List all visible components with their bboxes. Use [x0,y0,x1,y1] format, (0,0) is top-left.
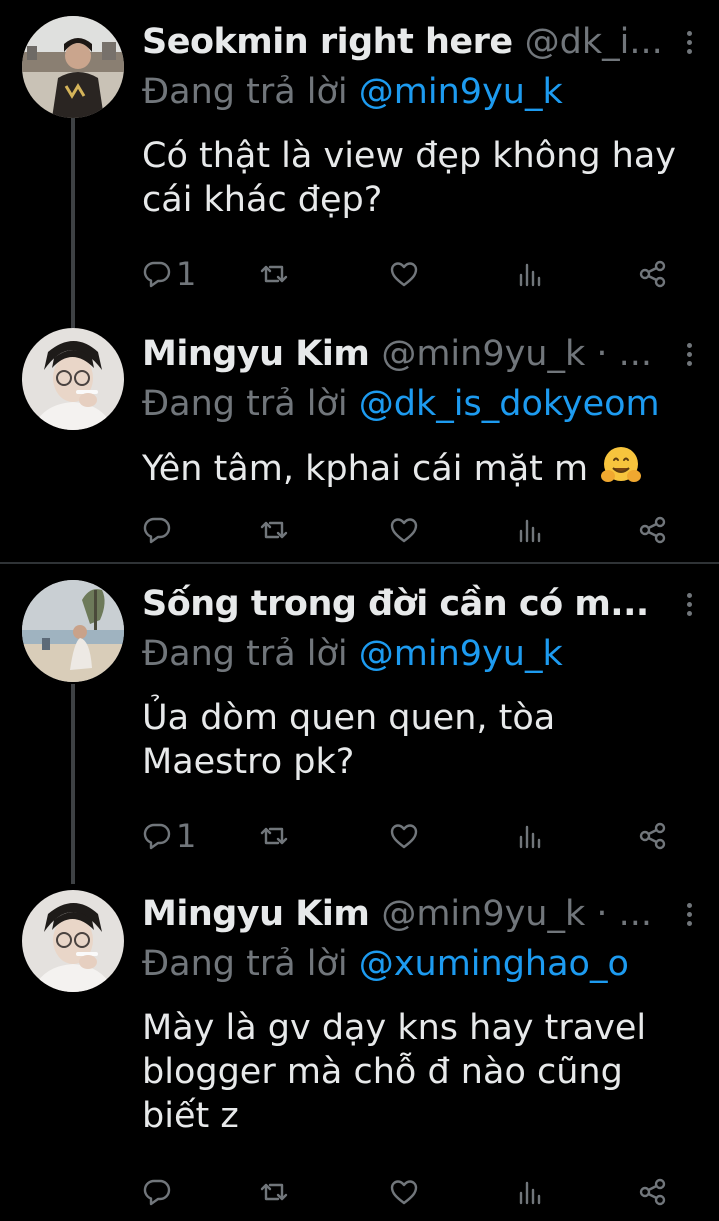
user-handle[interactable]: @dk_i... [525,22,663,62]
action-bar [142,1172,719,1212]
more-icon[interactable] [679,28,699,58]
retweet-button[interactable] [259,510,289,550]
like-icon [390,262,418,287]
like-button[interactable] [389,1172,419,1212]
tweet-header: Sống trong đời cần có m... [142,580,699,628]
reply-icon [143,823,171,850]
retweet-icon [260,827,288,845]
retweet-icon [260,521,288,539]
like-button[interactable] [389,254,419,294]
thread-line [71,118,75,328]
tweet[interactable]: Sống trong đời cần có m... Đang trả lời … [0,566,719,886]
divider [0,562,719,564]
display-name[interactable]: Seokmin right here [142,22,513,62]
like-button[interactable] [389,816,419,856]
like-button[interactable] [389,510,419,550]
reply-context: Đang trả lời @xuminghao_o [142,944,629,984]
tweet-text: Yên tâm, kphai cái mặt m [142,444,682,491]
analytics-button[interactable] [515,254,545,294]
tweet[interactable]: Mingyu Kim @min9yu_k · ... Đang trả lời … [0,876,719,1221]
share-button[interactable] [638,254,668,294]
tweet-text: Ủa dòm quen quen, tòa Maestro pk? [142,698,556,782]
tweet-header: Mingyu Kim @min9yu_k · ... [142,890,699,938]
reply-button[interactable] [142,1172,176,1212]
reply-button[interactable]: 1 [142,816,196,856]
share-icon [639,822,666,850]
reply-button[interactable]: 1 [142,254,196,294]
share-icon [639,260,666,288]
retweet-button[interactable] [259,254,289,294]
reply-prefix: Đang trả lời [142,634,348,674]
thread-line [71,684,75,884]
avatar[interactable] [22,16,124,118]
reply-count: 1 [176,817,197,855]
analytics-icon [519,263,541,287]
reply-prefix: Đang trả lời [142,72,348,112]
retweet-icon [260,1183,288,1201]
reply-mention[interactable]: @min9yu_k [359,72,563,112]
analytics-icon [519,825,541,849]
tweet-header: Seokmin right here @dk_i... [142,18,699,66]
more-icon[interactable] [679,900,699,930]
reply-button[interactable] [142,510,176,550]
reply-mention[interactable]: @xuminghao_o [359,944,629,984]
tweet-text-content: Yên tâm, kphai cái mặt m [142,449,589,489]
hugging-face-emoji [601,447,642,482]
like-icon [390,824,418,849]
analytics-icon [519,1181,541,1205]
like-icon [390,1180,418,1205]
like-icon [390,518,418,543]
share-button[interactable] [638,510,668,550]
share-icon [639,1178,666,1206]
display-name[interactable]: Sống trong đời cần có m... [142,584,649,624]
analytics-button[interactable] [515,816,545,856]
avatar[interactable] [22,890,124,992]
reply-count: 1 [176,255,197,293]
user-handle[interactable]: @min9yu_k · ... [381,334,652,374]
retweet-button[interactable] [259,1172,289,1212]
display-name[interactable]: Mingyu Kim [142,334,370,374]
reply-context: Đang trả lời @min9yu_k [142,72,563,112]
tweet-header: Mingyu Kim @min9yu_k · ... [142,330,699,378]
more-icon[interactable] [679,590,699,620]
display-name[interactable]: Mingyu Kim [142,894,370,934]
retweet-button[interactable] [259,816,289,856]
avatar[interactable] [22,580,124,682]
tweet[interactable]: Seokmin right here @dk_i... Đang trả lời… [0,0,719,328]
action-bar: 1 [142,254,719,294]
share-icon [639,516,666,544]
reply-icon [143,517,171,544]
share-button[interactable] [638,816,668,856]
user-handle[interactable]: @min9yu_k · ... [381,894,652,934]
reply-context: Đang trả lời @dk_is_dokyeom [142,384,660,424]
analytics-button[interactable] [515,510,545,550]
tweet-text: Mày là gv dạy kns hay travel blogger mà … [142,1008,647,1136]
action-bar: 1 [142,816,719,856]
reply-mention[interactable]: @dk_is_dokyeom [359,384,660,424]
avatar[interactable] [22,328,124,430]
share-button[interactable] [638,1172,668,1212]
reply-icon [143,261,171,288]
reply-mention[interactable]: @min9yu_k [359,634,563,674]
action-bar [142,510,719,550]
analytics-icon [519,519,541,543]
reply-prefix: Đang trả lời [142,944,348,984]
analytics-button[interactable] [515,1172,545,1212]
reply-prefix: Đang trả lời [142,384,348,424]
reply-icon [143,1179,171,1206]
tweet[interactable]: Mingyu Kim @min9yu_k · ... Đang trả lời … [0,310,719,560]
tweet-text: Có thật là view đẹp không hay cái khác đ… [142,136,677,220]
reply-context: Đang trả lời @min9yu_k [142,634,563,674]
more-icon[interactable] [679,340,699,370]
retweet-icon [260,265,288,283]
